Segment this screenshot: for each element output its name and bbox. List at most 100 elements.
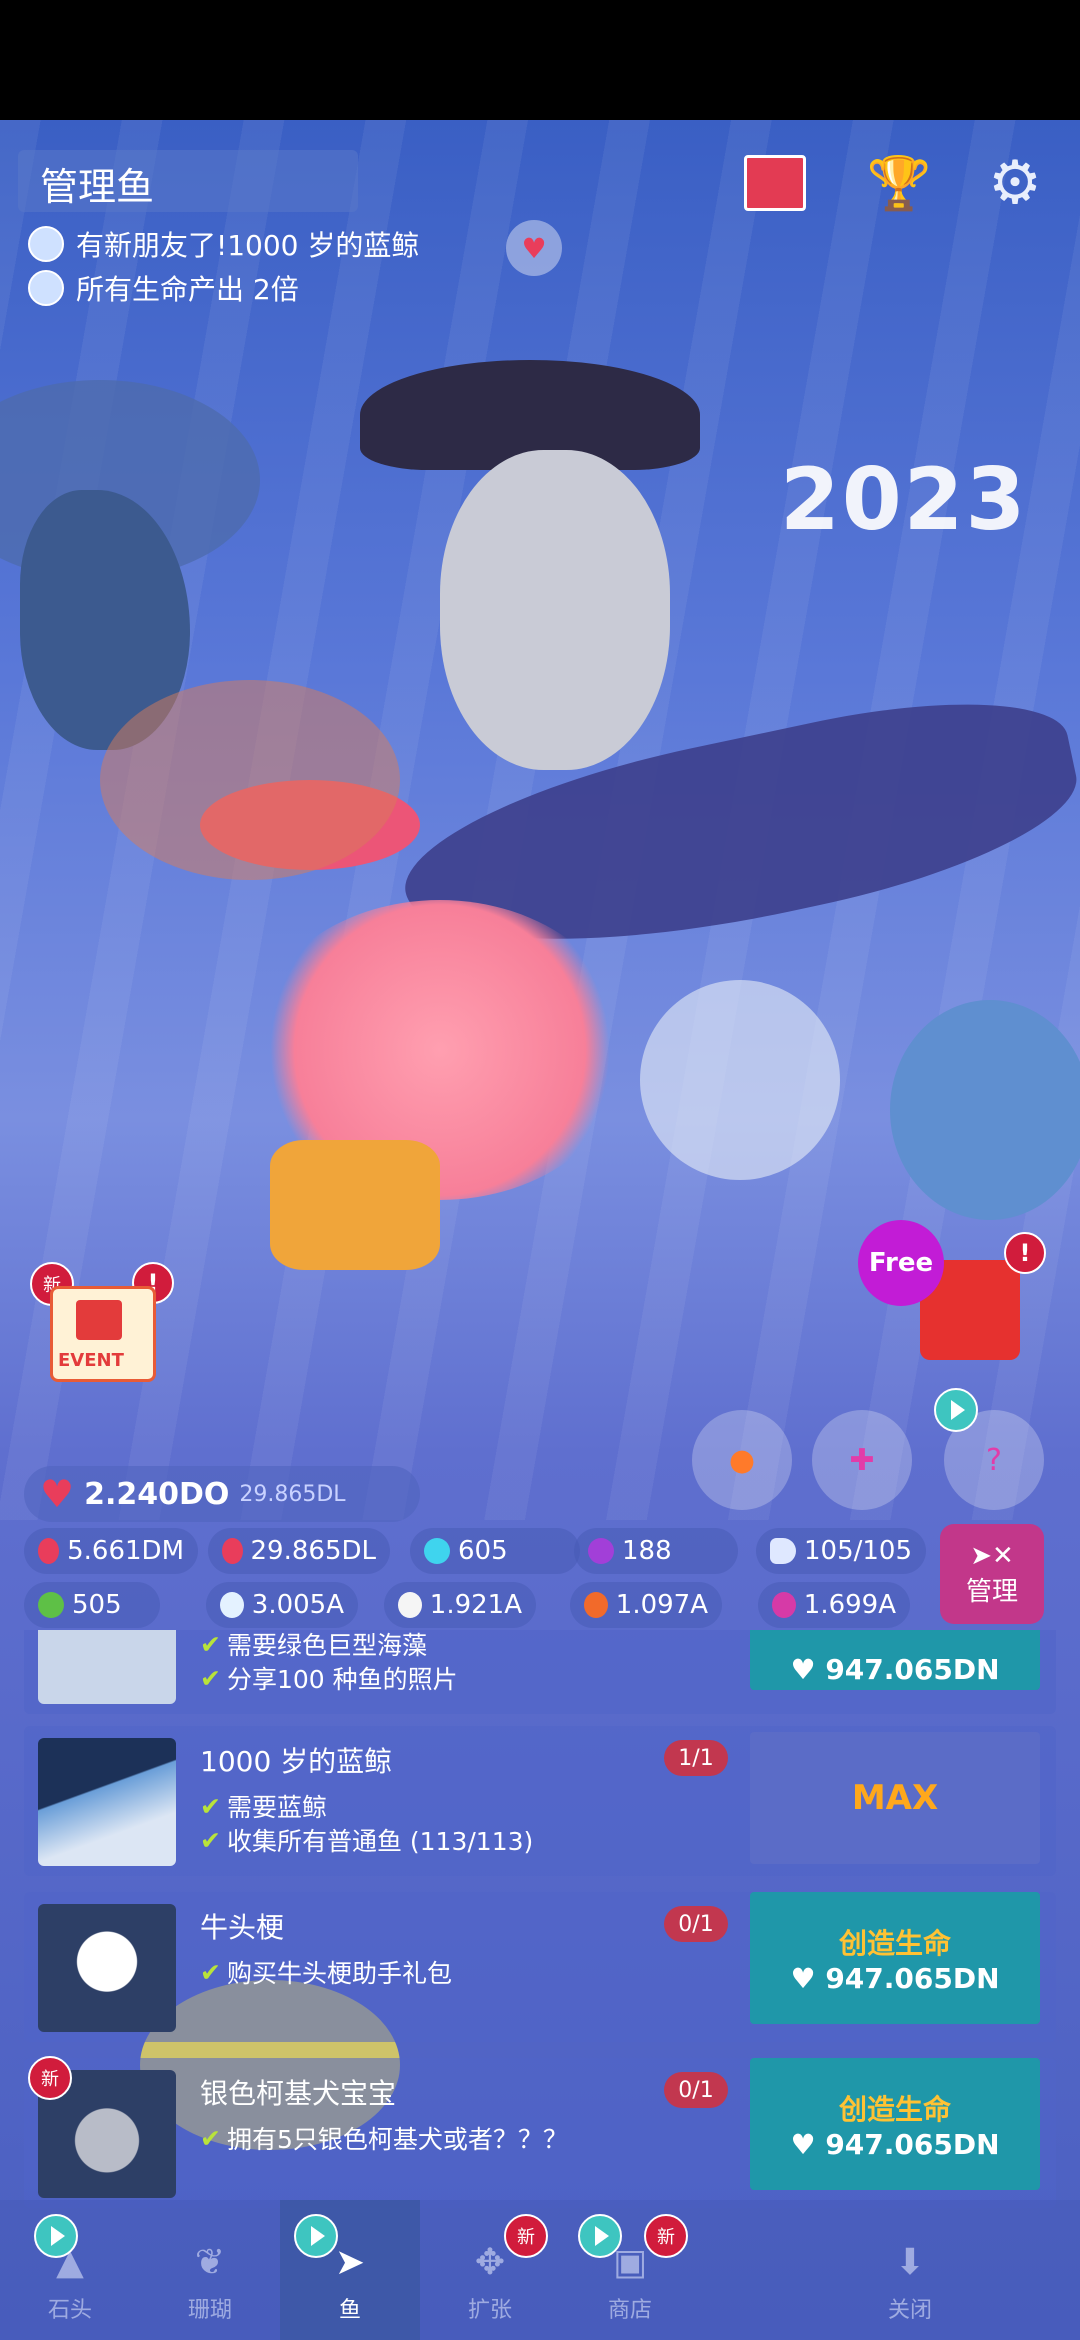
- requirement: ✔ 拥有5只银色柯基犬或者？？？: [200, 2123, 568, 2155]
- stat-value: 29.865DL: [250, 1536, 376, 1566]
- gear-icon[interactable]: ⚙: [980, 148, 1050, 218]
- fish-icon: [28, 270, 64, 306]
- action-title: 创造生命: [838, 2092, 951, 2126]
- requirement: ✔ 购买牛头梗助手礼包: [200, 1957, 452, 1989]
- video-play-icon[interactable]: [34, 2214, 78, 2258]
- tab-rock[interactable]: ▲ 石头: [0, 2200, 140, 2340]
- action-cost: ♥ 947.065DN: [790, 2127, 1000, 2161]
- pot-shape: [270, 1140, 440, 1270]
- notice-text: 有新朋友了!1000 岁的蓝鲸: [76, 229, 420, 262]
- create-life-button[interactable]: ♥ 947.065DN: [750, 1630, 1040, 1690]
- coral-icon: ❦: [194, 2241, 226, 2283]
- notice-new-friend: 有新朋友了!1000 岁的蓝鲸: [28, 224, 419, 264]
- stat-value: 1.097A: [615, 1590, 708, 1620]
- leaf-icon: [38, 1592, 64, 1618]
- video-play-icon[interactable]: [578, 2214, 622, 2258]
- stat-heart-rate: 29.865DL: [208, 1528, 390, 1574]
- fish-icon: [770, 1538, 796, 1564]
- stat-pearls[interactable]: 188: [574, 1528, 738, 1574]
- new-badge: 新: [644, 2214, 688, 2258]
- create-life-button[interactable]: 创造生命 ♥ 947.065DN: [750, 2058, 1040, 2190]
- stat-value: 1.921A: [429, 1590, 522, 1620]
- tab-shop[interactable]: 新 ▣ 商店: [560, 2200, 700, 2340]
- stat-shell: 1.921A: [384, 1582, 536, 1628]
- tab-fish[interactable]: ➤ 鱼: [280, 2200, 420, 2340]
- year-banner: 2023: [780, 450, 1028, 550]
- tab-label: 商店: [607, 2298, 652, 2323]
- check-icon: ✔: [200, 1630, 221, 1659]
- create-life-button[interactable]: 创造生命 ♥ 947.065DN: [750, 1892, 1040, 2024]
- requirement: ✔ 收集所有普通鱼 (113/113): [200, 1825, 534, 1857]
- heart-timer-icon: [222, 1538, 243, 1564]
- stat-value: 3.005A: [251, 1590, 344, 1620]
- fish-icon: [28, 226, 64, 262]
- count-badge: 1/1: [664, 1740, 728, 1776]
- new-badge: 新: [504, 2214, 548, 2258]
- tab-label: 关闭: [887, 2298, 932, 2323]
- list-item[interactable]: ✔ 需要绿色巨型海藻 ✔ 分享100 种鱼的照片 ♥ 947.065DN: [24, 1630, 1056, 1714]
- check-icon: ✔: [200, 1663, 221, 1693]
- shark-right-shape: [890, 1000, 1080, 1220]
- stat-value: 605: [458, 1536, 508, 1566]
- ice-icon: [220, 1592, 244, 1618]
- tab-close[interactable]: ⬇ 关闭: [840, 2200, 980, 2340]
- tab-expand[interactable]: 新 ✥ 扩张: [420, 2200, 560, 2340]
- diamond-icon: [424, 1538, 450, 1564]
- fish-name: 1000 岁的蓝鲸: [200, 1745, 393, 1778]
- requirement: ✔ 需要绿色巨型海藻: [200, 1630, 427, 1660]
- fish-thumbnail: [38, 1630, 176, 1704]
- hearts-rate: 29.865DL: [239, 1481, 346, 1507]
- list-item[interactable]: 新 银色柯基犬宝宝 0/1 ✔ 拥有5只银色柯基犬或者？？？ 创造生命 ♥ 94…: [24, 2056, 1056, 2208]
- requirement: ✔ 分享100 种鱼的照片: [200, 1663, 458, 1695]
- pearl-icon: [588, 1538, 614, 1564]
- free-badge[interactable]: Free: [858, 1220, 944, 1306]
- action-title: 创造生命: [838, 1926, 951, 1960]
- stat-value: 1.699A: [803, 1590, 896, 1620]
- action-cost: ♥ 947.065DN: [790, 1652, 1000, 1686]
- stat-gems[interactable]: 605: [410, 1528, 580, 1574]
- trophy-icon[interactable]: 🏆: [864, 148, 934, 218]
- video-play-icon[interactable]: [934, 1388, 978, 1432]
- list-item[interactable]: 1000 岁的蓝鲸 1/1 ✔ 需要蓝鲸 ✔ 收集所有普通鱼 (113/113)…: [24, 1726, 1056, 1876]
- tab-label: 石头: [47, 2298, 92, 2323]
- photo-album-icon[interactable]: [740, 148, 810, 218]
- count-badge: 0/1: [664, 2072, 728, 2108]
- manage-button[interactable]: ➤✕ 管理: [940, 1524, 1044, 1624]
- check-icon: ✔: [200, 1957, 221, 1987]
- bottom-nav: ▲ 石头 ❦ 珊瑚 ➤ 鱼 新 ✥ 扩张 新 ▣ 商店 ⬇ 关闭: [0, 2200, 1080, 2340]
- clownfish-shell-icon[interactable]: ●: [692, 1410, 792, 1510]
- fish-name: 银色柯基犬宝宝: [200, 2077, 397, 2110]
- fish-expand-icon: ➤✕: [970, 1540, 1014, 1571]
- stat-value: 188: [622, 1536, 672, 1566]
- stat-fish-count: 105/105: [756, 1528, 926, 1574]
- crab-icon: [584, 1592, 608, 1618]
- tab-label: 珊瑚: [187, 2298, 232, 2323]
- check-icon: ✔: [200, 2123, 221, 2153]
- stat-value: 505: [72, 1590, 122, 1620]
- list-item[interactable]: 牛头梗 0/1 ✔ 购买牛头梗助手礼包 创造生命 ♥ 947.065DN: [24, 1892, 1056, 2042]
- stat-leaf: 505: [24, 1582, 160, 1628]
- stat-seahorse: 1.699A: [758, 1582, 910, 1628]
- fish-thumbnail: [38, 1738, 176, 1866]
- heart-bubble-icon[interactable]: ♥: [506, 220, 562, 276]
- stat-value: 105/105: [803, 1536, 912, 1566]
- stat-crab: 1.097A: [570, 1582, 722, 1628]
- count-badge: 0/1: [664, 1906, 728, 1942]
- tab-blank: [700, 2200, 840, 2340]
- stat-ice: 3.005A: [206, 1582, 358, 1628]
- video-play-icon[interactable]: [294, 2214, 338, 2258]
- max-button[interactable]: MAX: [750, 1732, 1040, 1864]
- event-calendar-icon[interactable]: EVENT: [40, 1270, 160, 1390]
- notice-text: 所有生命产出 2倍: [76, 273, 299, 306]
- aquarium-scene: 管理鱼 有新朋友了!1000 岁的蓝鲸 所有生命产出 2倍 ♥ 🏆 ⚙ 2023…: [0, 120, 1080, 2340]
- rock-shape: [440, 450, 670, 770]
- action-cost: ♥ 947.065DN: [790, 1961, 1000, 1995]
- add-fish-shell-icon[interactable]: ✚: [812, 1410, 912, 1510]
- requirement: ✔ 需要蓝鲸: [200, 1791, 327, 1823]
- stat-tap: 5.661DM: [24, 1528, 198, 1574]
- event-label: EVENT: [58, 1350, 124, 1371]
- page-title: 管理鱼: [40, 165, 155, 209]
- new-badge: 新: [28, 2056, 72, 2100]
- tab-coral[interactable]: ❦ 珊瑚: [140, 2200, 280, 2340]
- fish-name: 牛头梗: [200, 1911, 285, 1944]
